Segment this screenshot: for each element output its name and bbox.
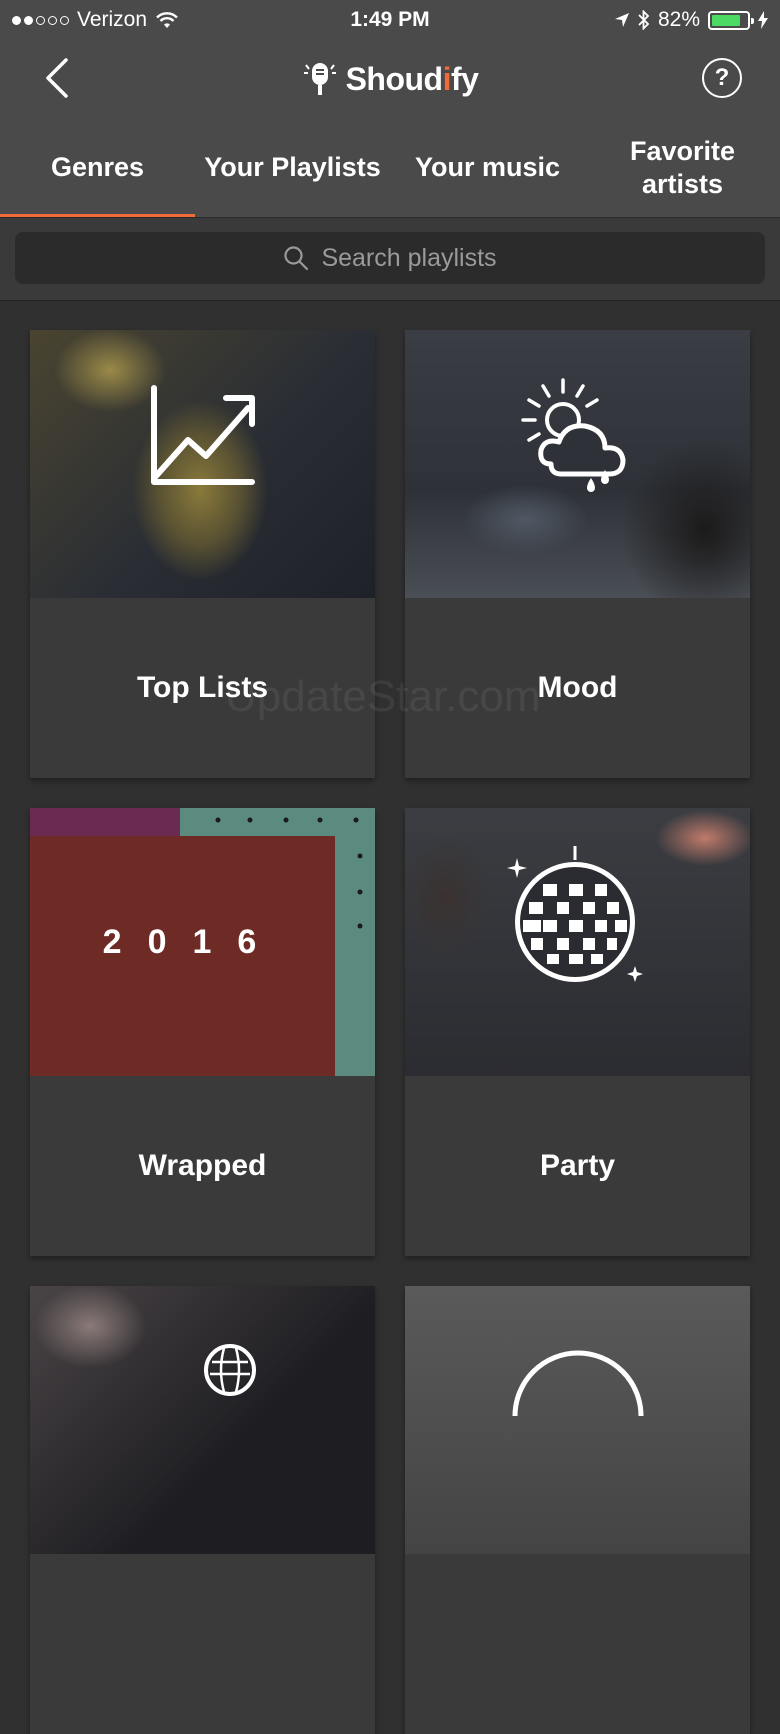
- card-image: [405, 808, 750, 1076]
- card-image: [30, 330, 375, 598]
- card-image: [405, 330, 750, 598]
- genre-card-wrapped[interactable]: 2016 Wrapped: [30, 808, 375, 1256]
- microphone-globe-icon: [204, 1344, 256, 1396]
- help-button[interactable]: ?: [702, 58, 742, 98]
- battery-percent: 82%: [657, 8, 700, 31]
- tab-your-music[interactable]: Your music: [390, 118, 585, 217]
- chevron-left-icon: [46, 58, 68, 98]
- chart-trend-icon: [151, 385, 255, 485]
- search-bar: Search playlists: [0, 218, 780, 301]
- brand-name: Shoudify: [345, 60, 479, 97]
- signal-strength-icon: [12, 15, 69, 25]
- wrapped-year-text: 2016: [102, 922, 283, 961]
- search-input[interactable]: Search playlists: [15, 232, 765, 284]
- search-icon: [284, 246, 309, 271]
- card-image: [30, 1286, 375, 1554]
- location-arrow-icon: [614, 13, 629, 27]
- wifi-icon: [156, 12, 178, 28]
- status-bar: Verizon 1:49 PM 82%: [0, 0, 780, 40]
- genre-card-party[interactable]: Party: [405, 808, 750, 1256]
- card-label: Party: [539, 1149, 616, 1182]
- tab-genres[interactable]: Genres: [0, 118, 195, 217]
- weather-icon: [521, 378, 626, 492]
- clock: 1:49 PM: [350, 8, 430, 31]
- back-button[interactable]: [38, 56, 82, 100]
- battery-icon: [708, 10, 754, 30]
- genre-card-next-left[interactable]: [30, 1286, 375, 1734]
- disco-ball-icon: [507, 846, 643, 982]
- question-mark-icon: ?: [714, 64, 730, 91]
- nav-bar: Shoudify ?: [0, 40, 780, 118]
- bluetooth-icon: [638, 10, 650, 30]
- charging-bolt-icon: [758, 11, 768, 29]
- card-image: [405, 1286, 750, 1554]
- tab-your-playlists[interactable]: Your Playlists: [195, 118, 390, 217]
- status-right: 82%: [614, 8, 768, 32]
- search-placeholder: Search playlists: [321, 243, 497, 272]
- microphone-logo-icon: [303, 63, 336, 95]
- tab-bar: Genres Your Playlists Your music Favorit…: [0, 118, 780, 218]
- card-label: Wrapped: [138, 1149, 267, 1182]
- circle-icon: [512, 1350, 644, 1417]
- tab-favorite-artists[interactable]: Favorite artists: [585, 118, 780, 217]
- card-image: 2016: [30, 808, 375, 1076]
- genre-card-next-right[interactable]: [405, 1286, 750, 1734]
- watermark: UpdateStar.com: [225, 672, 541, 721]
- status-left: Verizon: [12, 8, 179, 32]
- carrier-name: Verizon: [77, 8, 148, 31]
- brand: Shoudify: [302, 59, 479, 99]
